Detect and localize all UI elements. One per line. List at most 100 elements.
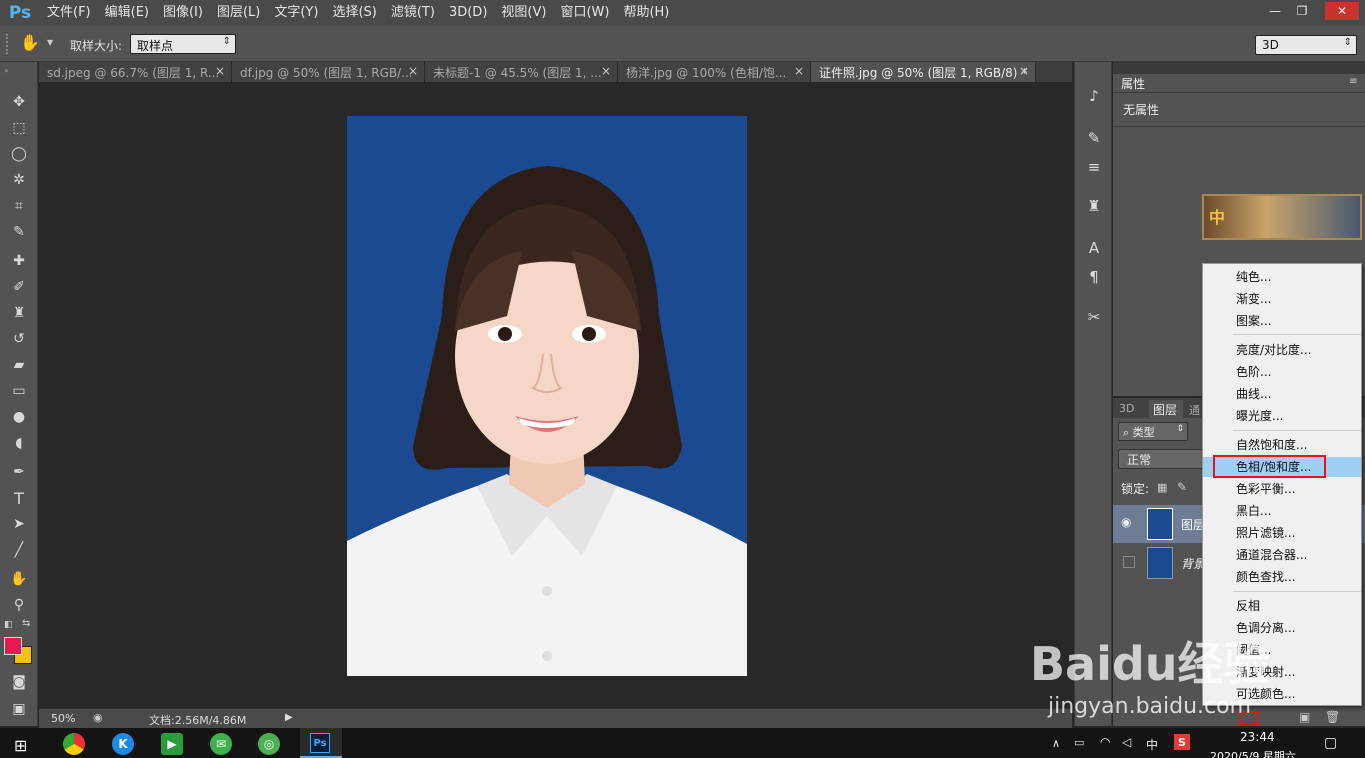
- marquee-tool-icon[interactable]: ⬚: [8, 117, 30, 139]
- menu-color-lookup[interactable]: 颜色查找...: [1203, 567, 1361, 587]
- new-layer-icon[interactable]: ▣: [1299, 710, 1310, 724]
- healing-brush-icon[interactable]: ✚: [8, 250, 30, 272]
- path-select-icon[interactable]: ➤: [8, 513, 30, 535]
- brush-tool-icon[interactable]: ✐: [8, 276, 30, 298]
- character-panel-icon[interactable]: A: [1084, 238, 1104, 258]
- menu-solid-color[interactable]: 纯色...: [1203, 267, 1361, 287]
- menu-brightness-contrast[interactable]: 亮度/对比度...: [1203, 340, 1361, 360]
- clone-source-icon[interactable]: ♜: [1084, 196, 1104, 216]
- menu-photo-filter[interactable]: 照片滤镜...: [1203, 523, 1361, 543]
- default-colors-icon[interactable]: ◧: [4, 620, 13, 630]
- tab-3d[interactable]: 3D: [1119, 402, 1134, 415]
- lock-transparent-icon[interactable]: ▦: [1157, 481, 1167, 494]
- blend-mode-select[interactable]: 正常: [1118, 449, 1210, 469]
- menu-edit[interactable]: 编辑(E): [98, 0, 156, 26]
- chrome-icon[interactable]: [63, 733, 85, 755]
- dodge-tool-icon[interactable]: ◖: [8, 432, 30, 454]
- menu-levels[interactable]: 色阶...: [1203, 362, 1361, 382]
- menu-layer[interactable]: 图层(L): [210, 0, 267, 26]
- volume-icon[interactable]: ◁: [1122, 735, 1131, 749]
- zoom-tool-icon[interactable]: ⚲: [8, 594, 30, 616]
- minimize-button[interactable]: —: [1262, 2, 1288, 20]
- magic-wand-icon[interactable]: ✲: [8, 169, 30, 191]
- type-tool-icon[interactable]: T: [8, 487, 30, 509]
- tab-close-icon[interactable]: ×: [215, 64, 225, 78]
- photoshop-taskbar-button[interactable]: Ps: [300, 728, 342, 758]
- battery-icon[interactable]: ▭: [1074, 736, 1084, 749]
- brush-panel-icon[interactable]: ✎: [1084, 128, 1104, 148]
- tab-close-icon[interactable]: ×: [408, 64, 418, 78]
- menu-file[interactable]: 文件(F): [40, 0, 98, 26]
- panel-menu-icon[interactable]: ≡: [1349, 76, 1357, 87]
- lock-paint-icon[interactable]: ✎: [1177, 480, 1187, 494]
- grip-handle[interactable]: [6, 34, 8, 54]
- share-icon[interactable]: ◉: [93, 711, 103, 724]
- windows-start-icon[interactable]: ⊞: [14, 736, 27, 755]
- menu-gradient[interactable]: 渐变...: [1203, 289, 1361, 309]
- tray-chevron-icon[interactable]: ∧: [1052, 737, 1060, 750]
- restore-button[interactable]: ❐: [1289, 2, 1315, 20]
- menu-window[interactable]: 窗口(W): [553, 0, 616, 26]
- clock-time[interactable]: 23:44: [1240, 730, 1275, 744]
- pen-tool-icon[interactable]: ✒: [8, 461, 30, 483]
- visibility-toggle[interactable]: [1123, 556, 1135, 568]
- crop-tool-icon[interactable]: ⌗: [8, 195, 30, 217]
- tab-yangyang[interactable]: 杨洋.jpg @ 100% (色相/饱... ×: [618, 62, 811, 82]
- menu-pattern[interactable]: 图案...: [1203, 311, 1361, 331]
- notification-icon[interactable]: ▢: [1324, 735, 1337, 751]
- menu-threshold[interactable]: 阈值...: [1203, 640, 1361, 660]
- gradient-tool-icon[interactable]: ▭: [8, 380, 30, 402]
- tab-layers[interactable]: 图层: [1149, 400, 1183, 418]
- menu-channel-mixer[interactable]: 通道混合器...: [1203, 545, 1361, 565]
- menu-color-balance[interactable]: 色彩平衡...: [1203, 479, 1361, 499]
- tab-close-icon[interactable]: ×: [601, 64, 611, 78]
- id-photo-image[interactable]: [347, 116, 747, 676]
- sogou-icon[interactable]: S: [1174, 734, 1190, 750]
- tab-channels[interactable]: 通: [1189, 402, 1200, 418]
- collapse-icon[interactable]: »: [4, 66, 9, 75]
- history-panel-icon[interactable]: ♪: [1084, 86, 1104, 106]
- tab-sd[interactable]: sd.jpeg @ 66.7% (图层 1, R... ×: [39, 62, 232, 82]
- properties-tab[interactable]: 属性: [1113, 74, 1153, 92]
- menu-gradient-map[interactable]: 渐变映射...: [1203, 662, 1361, 682]
- menu-3d[interactable]: 3D(D): [442, 0, 494, 26]
- menu-view[interactable]: 视图(V): [494, 0, 553, 26]
- eyedropper-icon[interactable]: ✎: [8, 221, 30, 243]
- wifi-icon[interactable]: ◠: [1100, 735, 1110, 749]
- menu-curves[interactable]: 曲线...: [1203, 384, 1361, 404]
- clock-date[interactable]: 2020/5/9 星期六: [1210, 748, 1296, 758]
- zoom-level[interactable]: 50%: [51, 712, 75, 725]
- tool-presets-icon[interactable]: ✂: [1084, 307, 1104, 327]
- workspace-select[interactable]: 3D ⇕: [1255, 35, 1357, 55]
- eraser-tool-icon[interactable]: ▰: [8, 354, 30, 376]
- menu-filter[interactable]: 滤镜(T): [384, 0, 442, 26]
- kuaibo-icon[interactable]: K: [112, 733, 134, 755]
- tab-untitled[interactable]: 未标题-1 @ 45.5% (图层 1, ... ×: [425, 62, 618, 82]
- foreground-color-swatch[interactable]: [4, 637, 22, 655]
- adjustment-layer-button-highlight[interactable]: [1239, 712, 1259, 726]
- eyedropper-tool-icon[interactable]: ✋: [20, 33, 40, 52]
- menu-posterize[interactable]: 色调分离...: [1203, 618, 1361, 638]
- menu-selective-color[interactable]: 可选颜色...: [1203, 684, 1361, 704]
- menu-type[interactable]: 文字(Y): [267, 0, 325, 26]
- quick-mask-icon[interactable]: ◙: [8, 671, 30, 693]
- swap-colors-icon[interactable]: ⇆: [22, 618, 30, 629]
- delete-layer-icon[interactable]: 🗑: [1325, 710, 1340, 724]
- sample-size-select[interactable]: 取样点 ⇕: [130, 34, 236, 54]
- tab-id-photo[interactable]: 证件照.jpg @ 50% (图层 1, RGB/8) * ×: [811, 62, 1036, 82]
- move-tool-icon[interactable]: ✥: [8, 91, 30, 113]
- layer-filter-select[interactable]: ⌕ 类型 ⇕: [1118, 422, 1188, 441]
- menu-image[interactable]: 图像(I): [156, 0, 210, 26]
- hand-tool-icon[interactable]: ✋: [8, 568, 30, 590]
- close-window-button[interactable]: ✕: [1325, 2, 1359, 20]
- brush-presets-icon[interactable]: ≡: [1084, 157, 1104, 177]
- menu-select[interactable]: 选择(S): [325, 0, 383, 26]
- tab-close-icon[interactable]: ×: [1019, 64, 1029, 78]
- paragraph-panel-icon[interactable]: ¶: [1084, 267, 1104, 287]
- blur-tool-icon[interactable]: ●: [8, 406, 30, 428]
- tab-close-icon[interactable]: ×: [794, 64, 804, 78]
- history-brush-icon[interactable]: ↺: [8, 328, 30, 350]
- wechat-icon[interactable]: ✉: [210, 733, 232, 755]
- menu-help[interactable]: 帮助(H): [616, 0, 676, 26]
- eye-icon[interactable]: ◉: [1121, 515, 1131, 529]
